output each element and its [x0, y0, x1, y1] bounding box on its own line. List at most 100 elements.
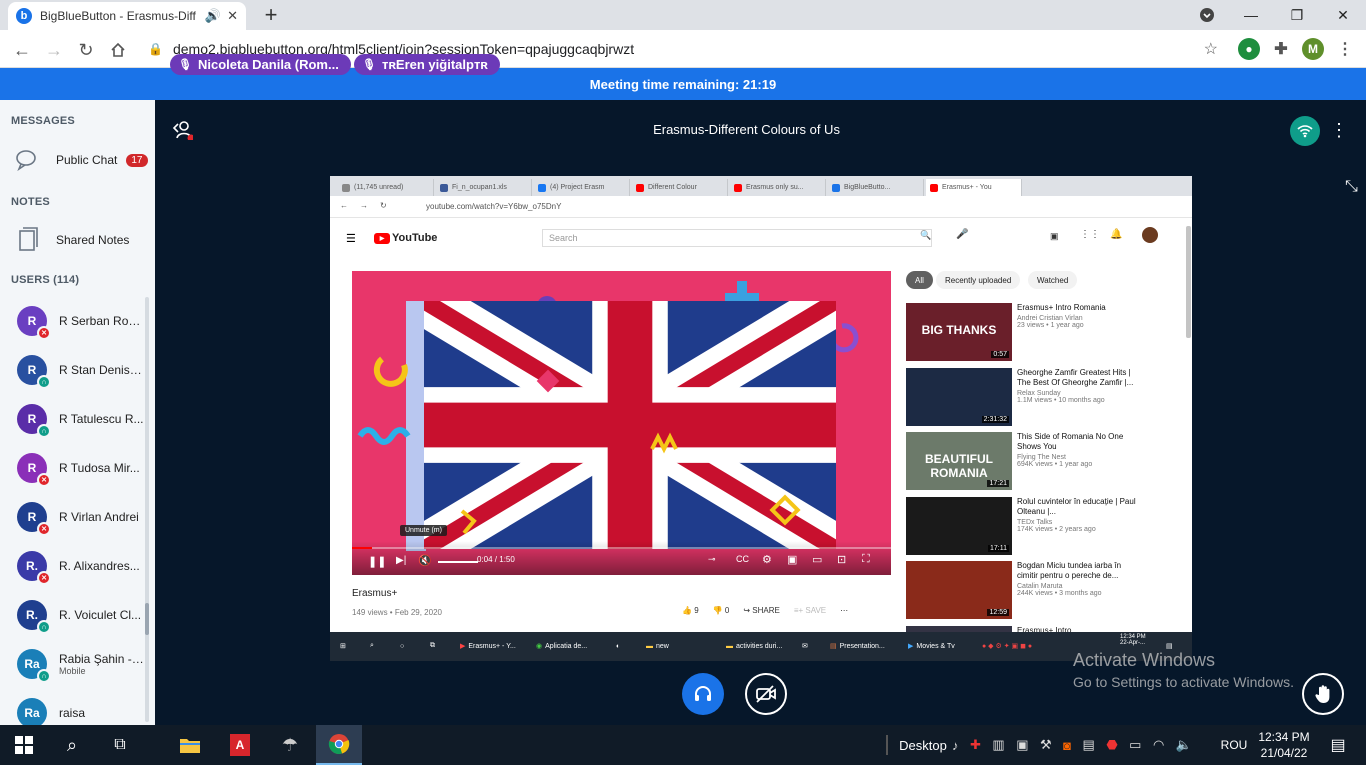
- chrome-taskbar-button[interactable]: [316, 725, 362, 765]
- user-list-scroll-thumb[interactable]: [145, 603, 149, 635]
- thumbnail-caption: BEAUTIFUL ROMANIA: [925, 452, 993, 480]
- user-list-item[interactable]: R ✕ R Serban Rob...: [17, 300, 145, 342]
- extensions-puzzle-icon[interactable]: ✚: [1270, 38, 1292, 60]
- shared-edge-icon: ◐: [616, 642, 621, 650]
- task-label: activities duri...: [736, 642, 783, 650]
- options-menu-icon[interactable]: ⋮: [1330, 120, 1348, 141]
- task-label: Erasmus+ - Y...: [468, 642, 516, 650]
- shared-tab-title: (11,745 unread): [354, 184, 404, 191]
- windows-start-icon[interactable]: [0, 725, 48, 765]
- youtube-play-icon: ▶: [374, 232, 390, 244]
- video-duration: 17:21: [987, 480, 1009, 487]
- like-count: 9: [694, 606, 699, 615]
- shared-tab-favicon-icon: [342, 183, 350, 192]
- windows-search-icon[interactable]: ⌕: [48, 725, 96, 765]
- desktop-toolbar[interactable]: Desktop: [899, 725, 947, 765]
- save-icon: ≡+: [793, 606, 804, 615]
- activate-windows-watermark: Activate Windows Go to Settings to activ…: [1073, 650, 1294, 690]
- bookmark-star-icon[interactable]: ☆: [1204, 39, 1218, 59]
- shared-tab-favicon-icon: [538, 183, 546, 192]
- tray-volume-icon: 🔈: [1175, 737, 1192, 752]
- user-list-item[interactable]: R ∩ R Stan Denisa...: [17, 349, 145, 391]
- youtube-search-box: Search: [542, 229, 932, 247]
- audio-headphones-button[interactable]: [682, 673, 724, 715]
- system-tray-icons[interactable]: ♪ ✚ ▥ ▣ ⚒ ◙ ▤ ⬣ ▭ ◠ 🔈: [952, 725, 1192, 765]
- talking-indicator-2[interactable]: 🎙 ᴛʀEren yiğitalpᴛʀ: [354, 54, 500, 75]
- video-duration: 0:57: [991, 351, 1009, 358]
- tray-display-icon: ▣: [1016, 737, 1029, 752]
- thumbnail-caption: BIG THANKS: [921, 323, 997, 337]
- user-device-label: Mobile: [59, 666, 86, 676]
- minimize-button[interactable]: —: [1228, 0, 1274, 30]
- shared-browser-tabs: (11,745 unread) Fi_n_ocupan1.xls (4) Proje…: [330, 176, 1192, 196]
- listen-only-icon: ∩: [37, 424, 51, 438]
- reload-icon[interactable]: ↻: [74, 38, 98, 62]
- tray-shield-icon: ⬣: [1106, 737, 1118, 752]
- close-tab-icon[interactable]: ✕: [227, 8, 238, 24]
- clock-date: 21/04/22: [1260, 746, 1308, 760]
- public-chat-item[interactable]: Public Chat 17: [14, 148, 148, 172]
- shared-notes-item[interactable]: Shared Notes: [14, 227, 129, 252]
- connection-status-icon[interactable]: [1290, 116, 1320, 146]
- home-icon[interactable]: [106, 38, 130, 62]
- video-off-button[interactable]: [745, 673, 787, 715]
- user-name: Rabia Şahin -TR: [59, 652, 145, 666]
- cast-icon: ⊡: [837, 554, 847, 566]
- fullscreen-icon[interactable]: ⤡: [1345, 178, 1358, 196]
- user-list-item[interactable]: R ∩ R Tatulescu R...: [17, 398, 145, 440]
- restore-button[interactable]: ❐: [1274, 0, 1320, 30]
- user-list-item[interactable]: Ra raisa: [17, 692, 145, 725]
- muted-mic-icon: ✕: [37, 473, 51, 487]
- youtube-taskbar-icon: ▶: [460, 643, 466, 650]
- file-explorer-icon[interactable]: [168, 725, 212, 765]
- recommended-channel: Catalin Maruta: [1017, 583, 1063, 590]
- video-thumbnail: 17:11: [906, 496, 1012, 555]
- unread-badge: 17: [126, 153, 148, 167]
- browser-menu-icon[interactable]: ⋮: [1334, 38, 1356, 60]
- user-list-item[interactable]: Ra ∩ Rabia Şahin -TR Mobile: [17, 643, 145, 685]
- speaker-icon[interactable]: 🔊: [205, 8, 221, 24]
- tray-sound-app-icon: ♪: [952, 737, 959, 753]
- system-clock[interactable]: 12:34 PM 21/04/22: [1254, 725, 1314, 765]
- acrobat-icon[interactable]: A: [218, 725, 262, 765]
- extension-green-icon[interactable]: ●: [1238, 38, 1260, 60]
- video-thumbnail: BIG THANKS 0:57: [906, 303, 1012, 361]
- tab-search-icon[interactable]: [1184, 0, 1230, 30]
- share-button: ↪ SHARE: [743, 606, 780, 615]
- shared-url: youtube.com/watch?v=Y6bw_o75DnY: [426, 202, 562, 211]
- shared-task-4: ▬ activities duri...: [726, 638, 782, 654]
- screenshare-view[interactable]: (11,745 unread) Fi_n_ocupan1.xls (4) Proje…: [330, 176, 1192, 661]
- profile-avatar[interactable]: M: [1302, 38, 1324, 60]
- tray-usb-icon: ▤: [1082, 737, 1095, 752]
- talking-indicator-1[interactable]: 🎙 Nicoleta Danila (Rom...: [170, 54, 351, 75]
- task-label: Aplicatia de...: [545, 642, 588, 650]
- shared-mail-icon: ✉: [802, 643, 808, 650]
- user-list-item[interactable]: R. ∩ R. Voiculet Cl...: [17, 594, 145, 636]
- language-indicator[interactable]: ROU: [1216, 725, 1252, 765]
- progress-fill: [352, 547, 372, 549]
- user-list-scrollbar[interactable]: [145, 297, 149, 722]
- recommended-video: 17:11 Rolul cuvintelor în educație | Paul…: [906, 496, 1146, 555]
- recommended-video: 12:59 Bogdan Miciu tundea iarba în cimiti…: [906, 561, 1146, 619]
- task-view-icon[interactable]: ⧉: [96, 725, 144, 765]
- user-list-item[interactable]: R ✕ R Virlan Andrei: [17, 496, 145, 538]
- action-center-icon[interactable]: ▤: [1320, 725, 1356, 765]
- chip-all: All: [906, 271, 933, 289]
- muted-mic-icon: ✕: [37, 326, 51, 340]
- presentation-taskbar-icon: ▤: [830, 643, 837, 650]
- user-list-item[interactable]: R ✕ R Tudosa Mir...: [17, 447, 145, 489]
- forward-icon[interactable]: →: [42, 38, 66, 62]
- user-list-item[interactable]: R. ✕ R. Alixandres...: [17, 545, 145, 587]
- video-thumbnail: BEAUTIFUL ROMANIA 17:21: [906, 432, 1012, 490]
- meeting-title: Erasmus-Different Colours of Us: [653, 122, 840, 137]
- browser-tab[interactable]: b BigBlueButton - Erasmus-Diff 🔊 ✕: [8, 2, 246, 30]
- shared-tab-title: Fi_n_ocupan1.xls: [452, 184, 507, 191]
- apps-grid-icon: ⋮⋮: [1080, 229, 1100, 240]
- raise-hand-button[interactable]: [1302, 673, 1344, 715]
- cloud-app-icon[interactable]: ☂: [268, 725, 312, 765]
- back-icon[interactable]: ←: [10, 38, 34, 62]
- shared-tab-favicon-icon: [930, 183, 938, 192]
- shared-cortana-icon: ○: [400, 642, 405, 650]
- new-tab-button[interactable]: +: [258, 2, 284, 28]
- close-window-button[interactable]: ✕: [1320, 0, 1366, 30]
